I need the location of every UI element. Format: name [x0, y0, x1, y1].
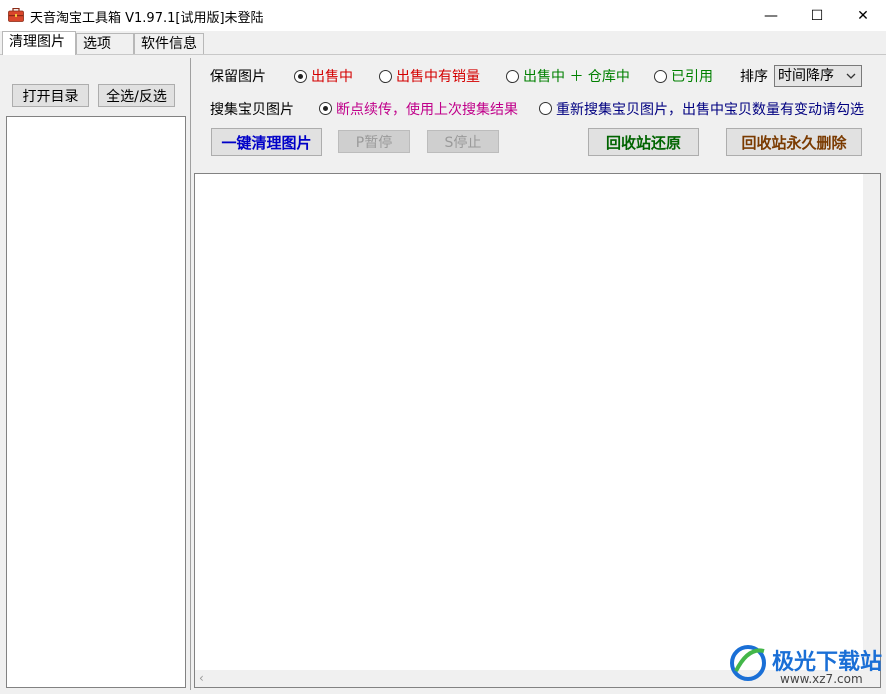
tab-clean-images[interactable]: 清理图片: [2, 31, 76, 55]
recollect-label: 重新搜集宝贝图片，出售中宝贝数量有变动请勾选: [556, 102, 864, 118]
keep-referenced-radio[interactable]: [654, 70, 667, 83]
keep-with-sales-label: 出售中有销量: [396, 69, 480, 85]
keep-on-sale-label: 出售中: [311, 69, 353, 85]
window-title: 天音淘宝工具箱 V1.97.1[试用版]未登陆: [30, 11, 264, 26]
tab-software-info[interactable]: 软件信息: [134, 33, 204, 54]
keep-sale-and-warehouse-label: 出售中 ＋ 仓库中: [523, 69, 630, 85]
tab-options[interactable]: 选项: [76, 33, 134, 54]
open-directory-button[interactable]: 打开目录: [12, 84, 89, 107]
directory-list[interactable]: [6, 116, 186, 688]
watermark-logo-icon: [730, 645, 766, 681]
recycle-delete-button[interactable]: 回收站永久删除: [726, 128, 862, 156]
sort-select-value: 时间降序: [778, 68, 834, 84]
tab-divider: [0, 54, 886, 55]
minimize-button[interactable]: —: [748, 0, 794, 31]
resume-collect-radio[interactable]: [319, 102, 332, 115]
vertical-scrollbar[interactable]: [863, 174, 880, 670]
maximize-icon: ☐: [810, 7, 824, 24]
watermark-url: www.xz7.com: [780, 672, 863, 686]
recollect-radio[interactable]: [539, 102, 552, 115]
minimize-icon: —: [764, 7, 778, 24]
image-list[interactable]: ‹: [194, 173, 881, 688]
keep-sale-and-warehouse-radio[interactable]: [506, 70, 519, 83]
keep-on-sale-radio[interactable]: [294, 70, 307, 83]
chevron-down-icon: [846, 69, 856, 89]
panel-splitter[interactable]: [190, 58, 191, 690]
recycle-restore-button[interactable]: 回收站还原: [588, 128, 699, 156]
pause-button[interactable]: P暂停: [338, 130, 410, 153]
keep-with-sales-radio[interactable]: [379, 70, 392, 83]
stop-button[interactable]: S停止: [427, 130, 499, 153]
select-all-button[interactable]: 全选/反选: [98, 84, 175, 107]
one-click-clean-button[interactable]: 一键清理图片: [211, 128, 322, 156]
collect-label: 搜集宝贝图片: [210, 102, 294, 118]
scroll-left-icon[interactable]: ‹: [199, 671, 204, 685]
sort-label: 排序: [740, 69, 768, 85]
maximize-button[interactable]: ☐: [794, 0, 840, 31]
sort-select[interactable]: 时间降序: [774, 65, 862, 87]
close-button[interactable]: ✕: [840, 0, 886, 31]
toolbox-icon: [8, 8, 24, 22]
keep-referenced-label: 已引用: [671, 69, 713, 85]
keep-images-label: 保留图片: [210, 69, 266, 85]
close-icon: ✕: [857, 7, 869, 24]
resume-collect-label: 断点续传，使用上次搜集结果: [336, 102, 518, 118]
